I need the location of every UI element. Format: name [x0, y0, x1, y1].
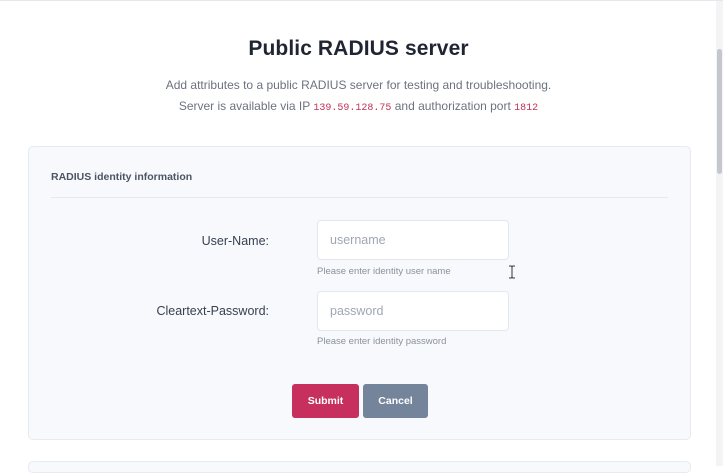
scrollbar-thumb[interactable] [717, 49, 722, 174]
server-ip: 139.59.128.75 [313, 103, 392, 114]
section-title: RADIUS identity information [51, 171, 193, 183]
server-info-prefix: Server is available via IP [178, 99, 311, 113]
submit-button[interactable]: Submit [292, 384, 359, 418]
username-help: Please enter identity user name [317, 266, 451, 277]
identity-form-card: RADIUS identity information User-Name: P… [28, 146, 691, 440]
page-header: Public RADIUS server Add attributes to a… [0, 37, 717, 119]
server-info-middle: and authorization port [394, 99, 511, 113]
next-card [28, 461, 691, 473]
username-label: User-Name: [201, 234, 269, 248]
cancel-button[interactable]: Cancel [363, 384, 428, 418]
username-input[interactable] [317, 220, 509, 260]
text-cursor-icon [509, 265, 515, 279]
password-input[interactable] [317, 291, 509, 331]
password-label: Cleartext-Password: [156, 304, 269, 318]
description-text: Add attributes to a public RADIUS server… [165, 78, 552, 92]
page: Public RADIUS server Add attributes to a… [0, 0, 723, 473]
scrollbar[interactable] [716, 1, 723, 466]
password-help: Please enter identity password [317, 336, 447, 347]
page-title: Public RADIUS server [248, 37, 469, 60]
server-port: 1812 [514, 103, 539, 114]
section-divider [51, 197, 668, 198]
page-subtitle: Add attributes to a public RADIUS server… [0, 75, 717, 119]
server-info: Server is available via IP 139.59.128.75… [0, 96, 717, 119]
